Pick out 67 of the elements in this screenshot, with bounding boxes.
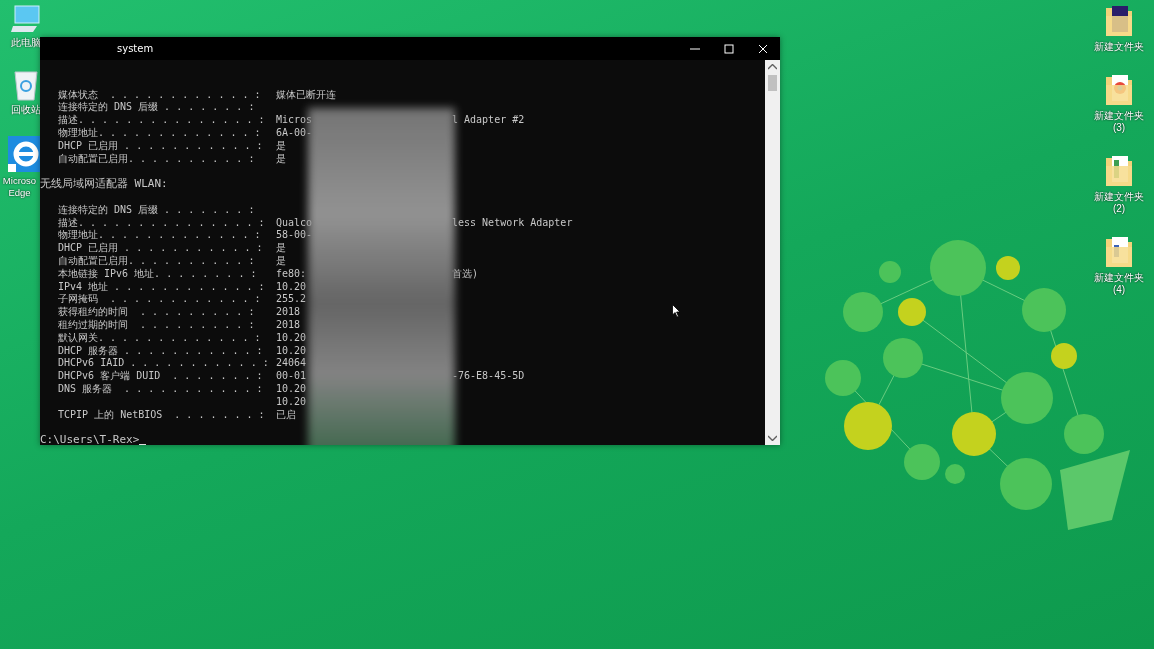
command-prompt[interactable]: C:\Users\T-Rex> <box>40 434 140 445</box>
text-cursor <box>139 443 147 445</box>
maximize-icon[interactable] <box>724 43 734 54</box>
field-label: 描述. . . . . . . . . . . . . . . : <box>58 216 266 229</box>
icon-label: 新建文件夹 (2) <box>1093 191 1145 215</box>
field-label: DNS 服务器 . . . . . . . . . . . : <box>58 382 264 396</box>
field-value: 2018 <box>276 306 301 318</box>
field-value: 24064 <box>276 357 307 369</box>
icon-label: 回收站 <box>10 104 42 116</box>
scroll-thumb[interactable] <box>768 75 777 91</box>
window-title: system <box>117 43 154 54</box>
field-value: 00-01 <box>276 370 307 382</box>
field-label: DHCPv6 客户端 DUID . . . . . . . : <box>58 370 264 383</box>
field-label: DHCPv6 IAID . . . . . . . . . . . : <box>58 357 270 370</box>
field-label: 获得租约的时间 . . . . . . . . . : <box>58 306 256 319</box>
field-label: TCPIP 上的 NetBIOS . . . . . . . : <box>58 408 266 422</box>
scrollbar[interactable] <box>765 60 780 445</box>
mouse-cursor-icon <box>672 304 681 318</box>
field-label: 物理地址. . . . . . . . . . . . . : <box>58 229 262 242</box>
field-value: 2018 <box>276 318 301 330</box>
recycle-bin-icon[interactable] <box>12 69 40 101</box>
icon-label: 新建文件夹 <box>1093 41 1145 53</box>
field-value: Qualco <box>276 216 313 228</box>
field-value: -76-E8-45-5D <box>452 370 525 383</box>
field-value: 6A-00- <box>276 127 313 138</box>
field-label: 本地链接 IPv6 地址. . . . . . . . : <box>58 267 258 281</box>
field-value: 是 <box>276 139 286 151</box>
field-value: Micros <box>276 114 313 126</box>
field-label: DHCP 服务器 . . . . . . . . . . . : <box>58 344 264 358</box>
field-value: 媒体已断开连 <box>276 88 336 100</box>
field-value: 是 <box>276 152 286 164</box>
field-value: 首选) <box>452 267 479 281</box>
field-label: 自动配置已启用. . . . . . . . . . : <box>58 152 256 166</box>
close-icon[interactable] <box>758 43 768 54</box>
field-value: less Network Adapter <box>452 216 573 230</box>
field-value: 10.20 <box>276 382 307 394</box>
icon-label: Microso Edge <box>1 175 38 199</box>
field-label: IPv4 地址 . . . . . . . . . . . . : <box>58 280 266 294</box>
section-header: 无线局域网适配器 WLAN: <box>40 178 168 191</box>
field-value: 已启 <box>276 408 296 420</box>
scroll-up-icon[interactable] <box>768 64 777 70</box>
field-label: DHCP 已启用 . . . . . . . . . . . : <box>58 139 264 153</box>
field-label: 自动配置已启用. . . . . . . . . . : <box>58 254 256 268</box>
icon-label: 新建文件夹 (4) <box>1093 272 1145 296</box>
field-label: 租约过期的时间 . . . . . . . . . : <box>58 318 256 332</box>
scroll-down-icon[interactable] <box>768 435 777 441</box>
field-value: fe80: <box>276 267 307 279</box>
field-label: DHCP 已启用 . . . . . . . . . . . : <box>58 242 264 255</box>
field-value: 10.20 <box>276 280 307 292</box>
field-label: 媒体状态 . . . . . . . . . . . . : <box>58 88 262 101</box>
field-label: 连接特定的 DNS 后缀 . . . . . . . : <box>58 101 256 115</box>
field-value: 58-00- <box>276 229 313 241</box>
field-value: 10.20 <box>276 344 307 356</box>
field-value: 10.20 <box>276 331 307 343</box>
field-label: 物理地址. . . . . . . . . . . . . : <box>58 127 262 140</box>
field-label: 描述. . . . . . . . . . . . . . . : <box>58 114 266 127</box>
field-value: 255.2 <box>276 293 307 305</box>
field-label: 默认网关. . . . . . . . . . . . . : <box>58 331 262 345</box>
field-value: 是 <box>276 242 286 254</box>
field-label: 连接特定的 DNS 后缀 . . . . . . . : <box>58 203 256 217</box>
icon-label: 此电脑 <box>10 37 42 49</box>
field-value: 是 <box>276 254 286 266</box>
icon-label: 新建文件夹 (3) <box>1093 110 1145 134</box>
field-value: 10.20 <box>276 395 307 407</box>
field-value: l Adapter #2 <box>452 114 525 127</box>
field-label: 子网掩码 . . . . . . . . . . . . : <box>58 293 262 306</box>
folder-icon[interactable] <box>1104 4 1134 38</box>
